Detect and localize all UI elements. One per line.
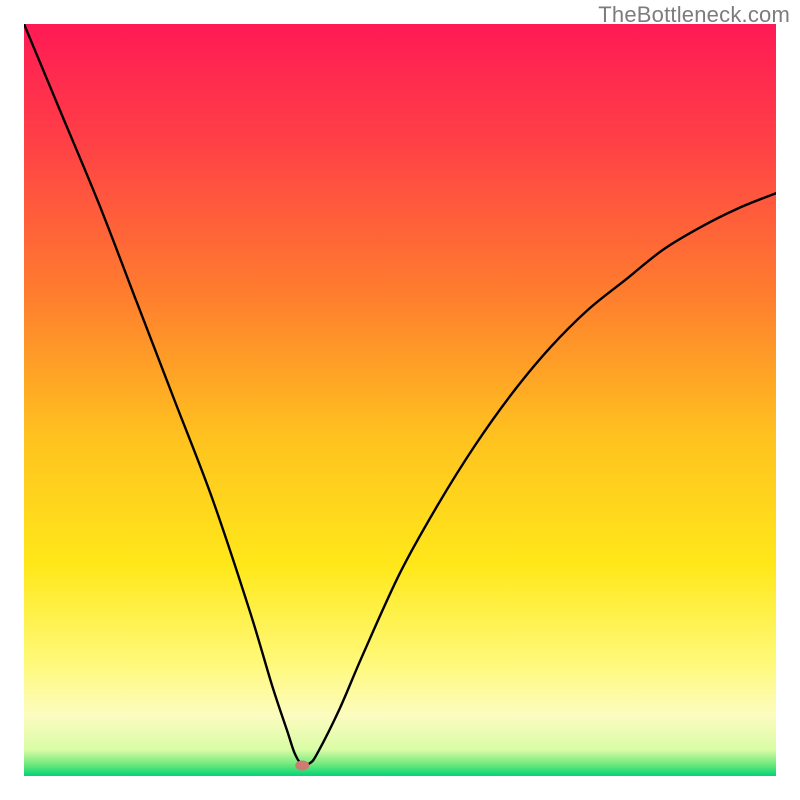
chart-svg: [24, 24, 776, 776]
watermark-text: TheBottleneck.com: [598, 2, 790, 28]
plot-area: [24, 24, 776, 776]
minimum-marker: [295, 760, 309, 770]
bottleneck-chart: TheBottleneck.com: [0, 0, 800, 800]
gradient-background: [24, 24, 776, 776]
